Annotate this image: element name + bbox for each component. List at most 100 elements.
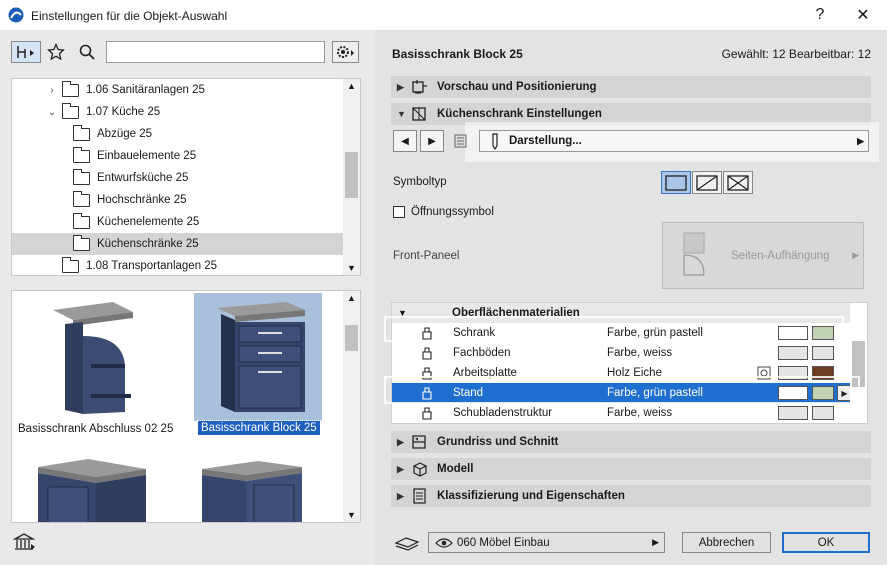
archicad-app-icon [8,7,24,23]
settings-page-dropdown[interactable]: Darstellung... ▶ [479,130,869,152]
dropdown-arrow-icon: ▶ [652,537,659,547]
material-row-stand[interactable]: Stand Farbe, grün pastell ▶ [392,383,852,403]
dropdown-arrow-icon: ▶ [852,250,859,260]
object-gallery: Basisschrank Abschluss 02 25 Basisschran… [11,290,361,523]
library-view-button[interactable] [11,41,41,63]
chevron-right-icon: ▶ [397,81,404,92]
panel-model[interactable]: ▶ Modell [391,458,871,480]
opening-symbol-checkbox-row[interactable]: Öffnungssymbol [393,206,494,218]
front-panel-selector[interactable]: Seiten-Aufhängung ▶ [662,222,864,289]
tree-item-kuechenschraenke[interactable]: Küchenschränke 25 [12,233,344,255]
library-manager-button[interactable] [11,530,39,553]
scroll-down-icon[interactable]: ▼ [343,263,360,273]
corner-cabinet-image [38,459,146,522]
previous-page-button[interactable]: ◀ [393,130,417,152]
folder-icon [73,190,90,207]
scroll-up-icon[interactable]: ▲ [343,293,360,303]
chevron-down-icon[interactable]: ⌄ [46,107,58,118]
chevron-down-icon: ▼ [398,308,407,318]
material-color-swatch[interactable] [812,326,834,340]
cancel-button[interactable]: Abbrechen [682,532,771,553]
diagonal-symbol-icon [696,174,718,191]
help-button[interactable]: ? [800,0,840,30]
material-link-icon[interactable] [757,366,771,380]
library-settings-button[interactable] [332,41,359,63]
material-row-fachboeden[interactable]: Fachböden Farbe, weiss [392,343,852,363]
cross-symbol-icon [727,174,749,191]
search-input[interactable] [106,41,325,63]
favorites-star-icon[interactable] [45,41,67,63]
material-color-swatch[interactable] [812,406,834,420]
tree-item-hochschraenke[interactable]: Hochschränke 25 [12,189,344,211]
material-color-swatch[interactable] [812,386,834,400]
tree-item-entwurfskueche[interactable]: Entwurfsküche 25 [12,167,344,189]
gallery-scroll-thumb[interactable] [345,325,358,351]
symboltyp-label: Symboltyp [393,176,447,188]
material-swatch[interactable] [778,346,808,360]
opening-symbol-checkbox[interactable] [393,206,405,218]
chevron-right-icon: ▶ [397,490,404,501]
material-swatch[interactable] [778,326,808,340]
tree-item-einbauelemente[interactable]: Einbauelemente 25 [12,145,344,167]
panel-preview[interactable]: ▶ Vorschau und Positionierung [391,76,871,98]
selection-count: Gewählt: 12 Bearbeitbar: 12 [721,47,871,61]
scroll-down-icon[interactable]: ▼ [343,510,360,520]
thumbnail-corner-2[interactable] [194,455,322,522]
page-list-icon[interactable] [450,131,474,151]
kitchen-cabinet-icon [411,106,429,122]
material-row-schubladenstruktur[interactable]: Schubladenstruktur Farbe, weiss [392,403,852,423]
panel-classification[interactable]: ▶ Klassifizierung und Eigenschaften [391,485,871,507]
front-panel-label: Front-Paneel [393,250,460,262]
tree-item-abzuege[interactable]: Abzüge 25 [12,123,344,145]
close-button[interactable]: ✕ [843,0,883,30]
tree-scrollbar[interactable]: ▲ ▼ [343,79,360,275]
material-color-swatch[interactable] [812,366,834,380]
door-hinge-icon [683,232,705,276]
material-swatch[interactable] [778,386,808,400]
folder-icon [62,102,79,119]
symbol-type-plain-button[interactable] [661,171,691,194]
thumbnail-abschluss[interactable] [24,293,152,421]
symbol-type-single-diagonal-button[interactable] [692,171,722,194]
material-swatch[interactable] [778,366,808,380]
tree-scroll-thumb[interactable] [345,152,358,198]
tree-item-sanitaer[interactable]: › 1.06 Sanitäranlagen 25 [12,79,344,101]
search-icon[interactable] [76,41,98,63]
materials-scrollbar[interactable] [850,303,867,423]
gallery-scrollbar[interactable]: ▲ ▼ [343,291,360,522]
scroll-up-icon[interactable]: ▲ [343,81,360,91]
library-tree: › 1.06 Sanitäranlagen 25 ⌄ 1.07 Küche 25… [11,78,361,276]
object-name: Basisschrank Block 25 [392,47,523,61]
tree-item-kueche[interactable]: ⌄ 1.07 Küche 25 [12,101,344,123]
cabinet-block-image [217,302,305,412]
material-swatch[interactable] [778,406,808,420]
material-row-schrank[interactable]: Schrank Farbe, grün pastell [392,323,852,343]
paint-bucket-icon [422,367,432,380]
materials-header[interactable]: ▼ Oberflächenmaterialien [392,303,852,323]
next-page-button[interactable]: ▶ [420,130,444,152]
panel-floorplan[interactable]: ▶ Grundriss und Schnitt [391,431,871,453]
thumbnail-block[interactable] [194,293,322,421]
ok-button[interactable]: OK [782,532,870,553]
tree-item-transport[interactable]: 1.08 Transportanlagen 25 [12,255,344,275]
paint-bucket-icon [422,407,432,420]
thumbnail-label-abschluss[interactable]: Basisschrank Abschluss 02 25 [18,423,173,435]
materials-scroll-thumb[interactable] [852,341,865,387]
paint-bucket-icon [422,347,432,360]
layer-stack-icon [393,532,421,553]
thumbnail-label-block[interactable]: Basisschrank Block 25 [197,420,321,436]
material-row-arbeitsplatte[interactable]: Arbeitsplatte Holz Eiche [392,363,852,383]
folder-icon [73,124,90,141]
chevron-right-icon: ▶ [397,463,404,474]
chevron-right-icon[interactable]: › [46,85,58,96]
surface-materials-list: ▼ Oberflächenmaterialien Schrank Farbe, … [391,302,868,424]
library-building-icon [13,532,36,550]
front-panel-value: Seiten-Aufhängung [731,250,830,262]
symbol-type-cross-button[interactable] [723,171,753,194]
thumbnail-corner-1[interactable] [24,455,152,522]
gear-icon [336,46,354,58]
material-color-swatch[interactable] [812,346,834,360]
window-title: Einstellungen für die Objekt-Auswahl [31,9,228,23]
layer-dropdown[interactable]: 060 Möbel Einbau ▶ [428,532,665,553]
tree-item-kuechenelemente[interactable]: Küchenelemente 25 [12,211,344,233]
